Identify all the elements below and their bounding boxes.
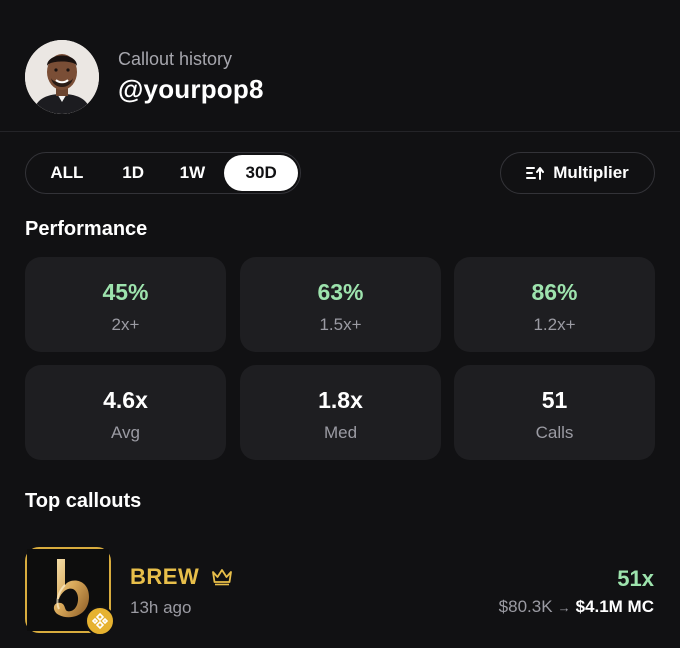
- tab-1d[interactable]: 1D: [106, 155, 161, 191]
- stat-value: 51: [541, 387, 568, 413]
- mc-to: $4.1M: [575, 597, 623, 616]
- stat-value: 45%: [102, 279, 149, 305]
- crown-icon: [212, 569, 232, 586]
- performance-title: Performance: [25, 218, 148, 240]
- callout-multiplier: 51x: [617, 566, 654, 591]
- stat-label: Calls: [535, 423, 574, 442]
- avatar-image: [25, 40, 99, 114]
- stat-value: 63%: [317, 279, 364, 305]
- multiplier-label: Multiplier: [553, 163, 629, 182]
- profile-header: Callout history @yourpop8: [0, 0, 680, 132]
- stat-card-avg: 4.6x Avg: [25, 365, 226, 460]
- arrow-right-icon: →: [557, 600, 571, 615]
- stat-card-1-5x: 63% 1.5x+: [240, 257, 441, 352]
- stat-label: 2x+: [111, 315, 140, 334]
- stat-card-med: 1.8x Med: [240, 365, 441, 460]
- bnb-chain-icon: [85, 606, 115, 636]
- stat-value: 86%: [531, 279, 578, 305]
- page-subtitle: Callout history: [118, 49, 233, 69]
- tab-30d[interactable]: 30D: [224, 155, 299, 191]
- stat-card-1-2x: 86% 1.2x+: [454, 257, 655, 352]
- user-handle: @yourpop8: [118, 74, 264, 104]
- stat-label: 1.5x+: [319, 315, 362, 334]
- multiplier-sort-button[interactable]: Multiplier: [500, 152, 655, 194]
- tab-1w[interactable]: 1W: [161, 155, 225, 191]
- stat-card-2x: 45% 2x+: [25, 257, 226, 352]
- market-cap-change: $80.3K → $4.1M MC: [499, 597, 654, 617]
- stat-label: Avg: [111, 423, 140, 442]
- stat-card-calls: 51 Calls: [454, 365, 655, 460]
- callout-time: 13h ago: [130, 598, 192, 617]
- token-name: BREW: [130, 564, 200, 589]
- mc-unit: MC: [627, 597, 654, 616]
- tab-all[interactable]: ALL: [28, 155, 106, 191]
- stat-label: Med: [323, 423, 358, 442]
- mc-from: $80.3K: [498, 597, 553, 616]
- stat-value: 1.8x: [318, 387, 363, 413]
- avatar[interactable]: [25, 40, 99, 114]
- top-callouts-title: Top callouts: [25, 490, 142, 512]
- time-range-tabs: ALL 1D 1W 30D: [25, 152, 301, 194]
- stat-label: 1.2x+: [533, 315, 576, 334]
- sort-icon: [526, 167, 545, 180]
- stat-value: 4.6x: [103, 387, 148, 413]
